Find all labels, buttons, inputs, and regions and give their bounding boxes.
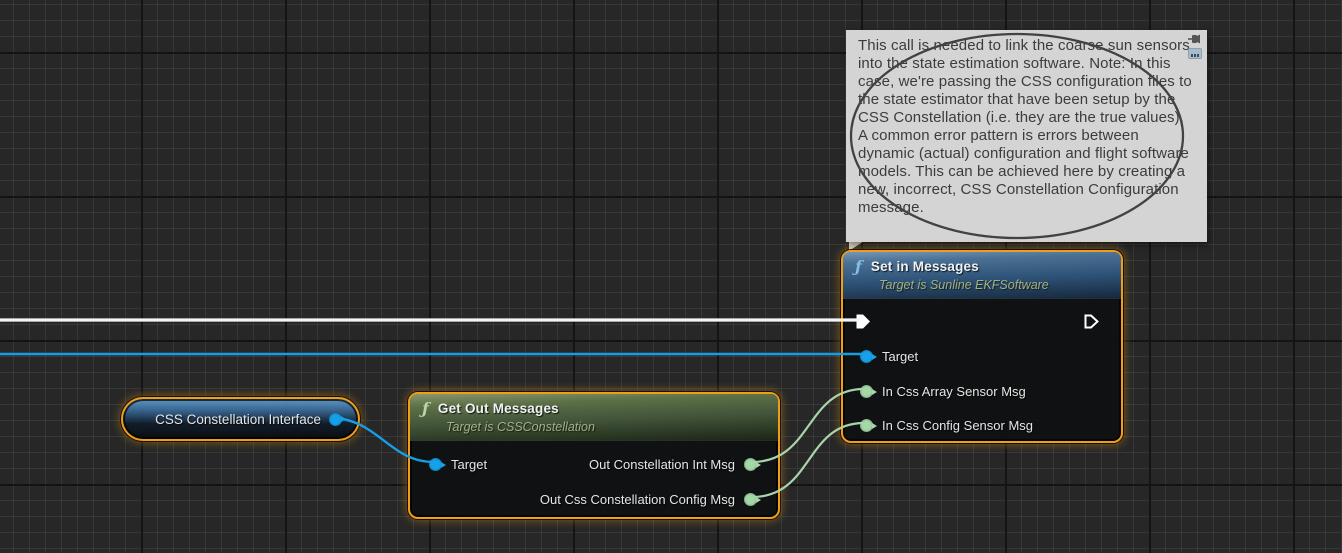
exec-output-pin[interactable] bbox=[1083, 313, 1100, 335]
struct-output-pin[interactable] bbox=[744, 493, 757, 506]
pin-label: Target bbox=[451, 457, 487, 472]
node-title: Set in Messages bbox=[871, 259, 979, 274]
pin-label: In Css Config Sensor Msg bbox=[882, 418, 1033, 433]
pin-label: In Css Array Sensor Msg bbox=[882, 384, 1026, 399]
node-subtitle: Target is Sunline EKFSoftware bbox=[879, 278, 1111, 292]
node-subtitle: Target is CSSConstellation bbox=[446, 420, 768, 434]
object-output-pin[interactable] bbox=[329, 413, 342, 426]
target-input-pin[interactable] bbox=[860, 350, 873, 363]
node-css-constellation-interface[interactable]: CSS Constellation Interface bbox=[121, 397, 360, 441]
node-header[interactable]: ƒ Set in Messages Target is Sunline EKFS… bbox=[843, 252, 1121, 299]
struct-output-pin[interactable] bbox=[744, 458, 757, 471]
struct-input-pin[interactable] bbox=[860, 385, 873, 398]
node-get-out-messages[interactable]: ƒ Get Out Messages Target is CSSConstell… bbox=[408, 392, 780, 519]
exec-input-pin[interactable] bbox=[855, 313, 872, 335]
struct-input-pin[interactable] bbox=[860, 419, 873, 432]
target-input-pin[interactable] bbox=[429, 458, 442, 471]
node-title: Get Out Messages bbox=[438, 401, 559, 416]
pin-label: Target bbox=[882, 349, 918, 364]
pin-label: Out Constellation Int Msg bbox=[589, 457, 735, 472]
node-set-in-messages[interactable]: ƒ Set in Messages Target is Sunline EKFS… bbox=[841, 250, 1123, 443]
blueprint-graph-canvas[interactable]: This call is needed to link the coarse s… bbox=[0, 0, 1342, 553]
function-icon: ƒ bbox=[855, 257, 862, 276]
pin-icon[interactable] bbox=[1188, 34, 1202, 44]
pin-label: Out Css Constellation Config Msg bbox=[540, 492, 735, 507]
function-icon: ƒ bbox=[422, 399, 429, 418]
node-header[interactable]: ƒ Get Out Messages Target is CSSConstell… bbox=[410, 394, 778, 441]
comment-paragraph: This call is needed to link the coarse s… bbox=[858, 37, 1194, 127]
comment-paragraph: A common error pattern is errors between… bbox=[858, 127, 1194, 217]
node-label: CSS Constellation Interface bbox=[155, 412, 321, 427]
comment-bubble[interactable]: This call is needed to link the coarse s… bbox=[846, 30, 1207, 242]
comment-text: This call is needed to link the coarse s… bbox=[858, 37, 1194, 217]
comment-bubble-icon[interactable] bbox=[1188, 48, 1202, 59]
